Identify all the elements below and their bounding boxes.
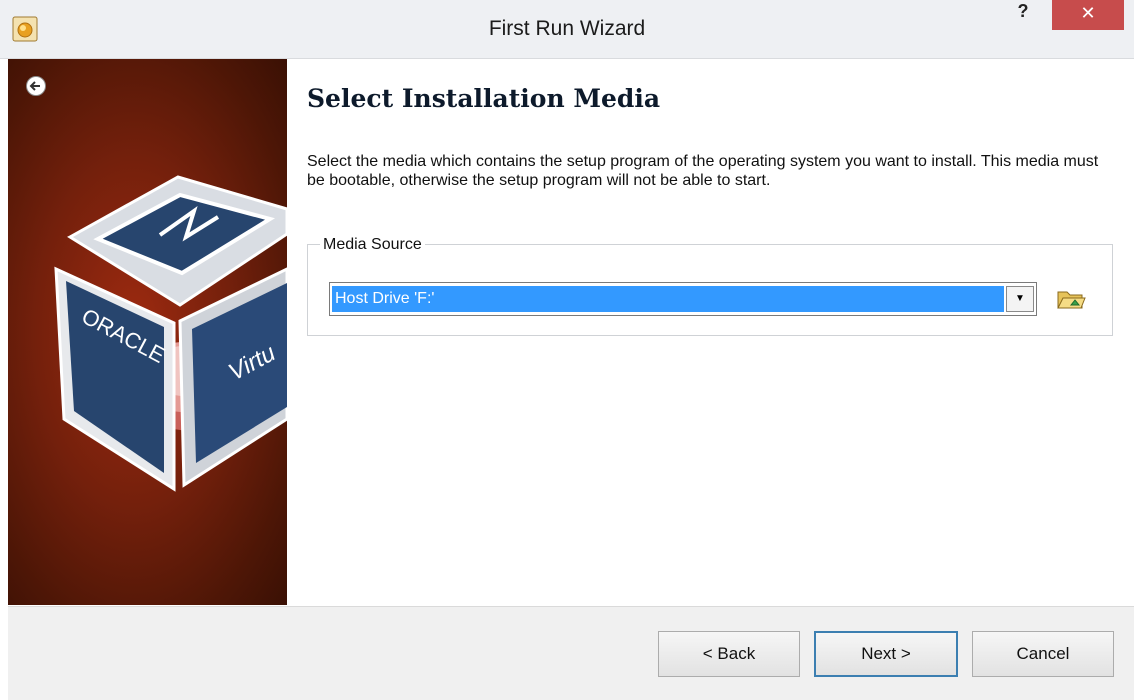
media-source-dropdown[interactable]: Host Drive 'F:' ▼ bbox=[329, 282, 1037, 316]
help-button[interactable]: ? bbox=[1008, 0, 1038, 28]
media-source-label: Media Source bbox=[320, 236, 425, 254]
wizard-button-bar bbox=[8, 606, 1134, 700]
page-heading: Select Installation Media bbox=[307, 84, 661, 113]
back-arrow-icon[interactable] bbox=[26, 76, 46, 96]
media-source-selected-value[interactable]: Host Drive 'F:' bbox=[332, 286, 1004, 312]
chevron-down-icon[interactable]: ▼ bbox=[1006, 286, 1034, 312]
page-description: Select the media which contains the setu… bbox=[307, 153, 1099, 189]
back-button[interactable]: < Back bbox=[658, 631, 800, 677]
title-bar: First Run Wizard ? ✕ bbox=[0, 0, 1134, 59]
folder-open-icon bbox=[1057, 291, 1086, 309]
choose-media-file-button[interactable] bbox=[1054, 284, 1088, 314]
next-button[interactable]: Next > bbox=[814, 631, 958, 677]
first-run-wizard-window: First Run Wizard ? ✕ ORACLE Virtu Select… bbox=[0, 0, 1134, 700]
virtualbox-logo-image: ORACLE Virtu bbox=[54, 175, 287, 492]
close-button[interactable]: ✕ bbox=[1052, 0, 1124, 30]
cancel-button[interactable]: Cancel bbox=[972, 631, 1114, 677]
window-title: First Run Wizard bbox=[488, 17, 646, 40]
wizard-banner: ORACLE Virtu bbox=[8, 59, 287, 605]
